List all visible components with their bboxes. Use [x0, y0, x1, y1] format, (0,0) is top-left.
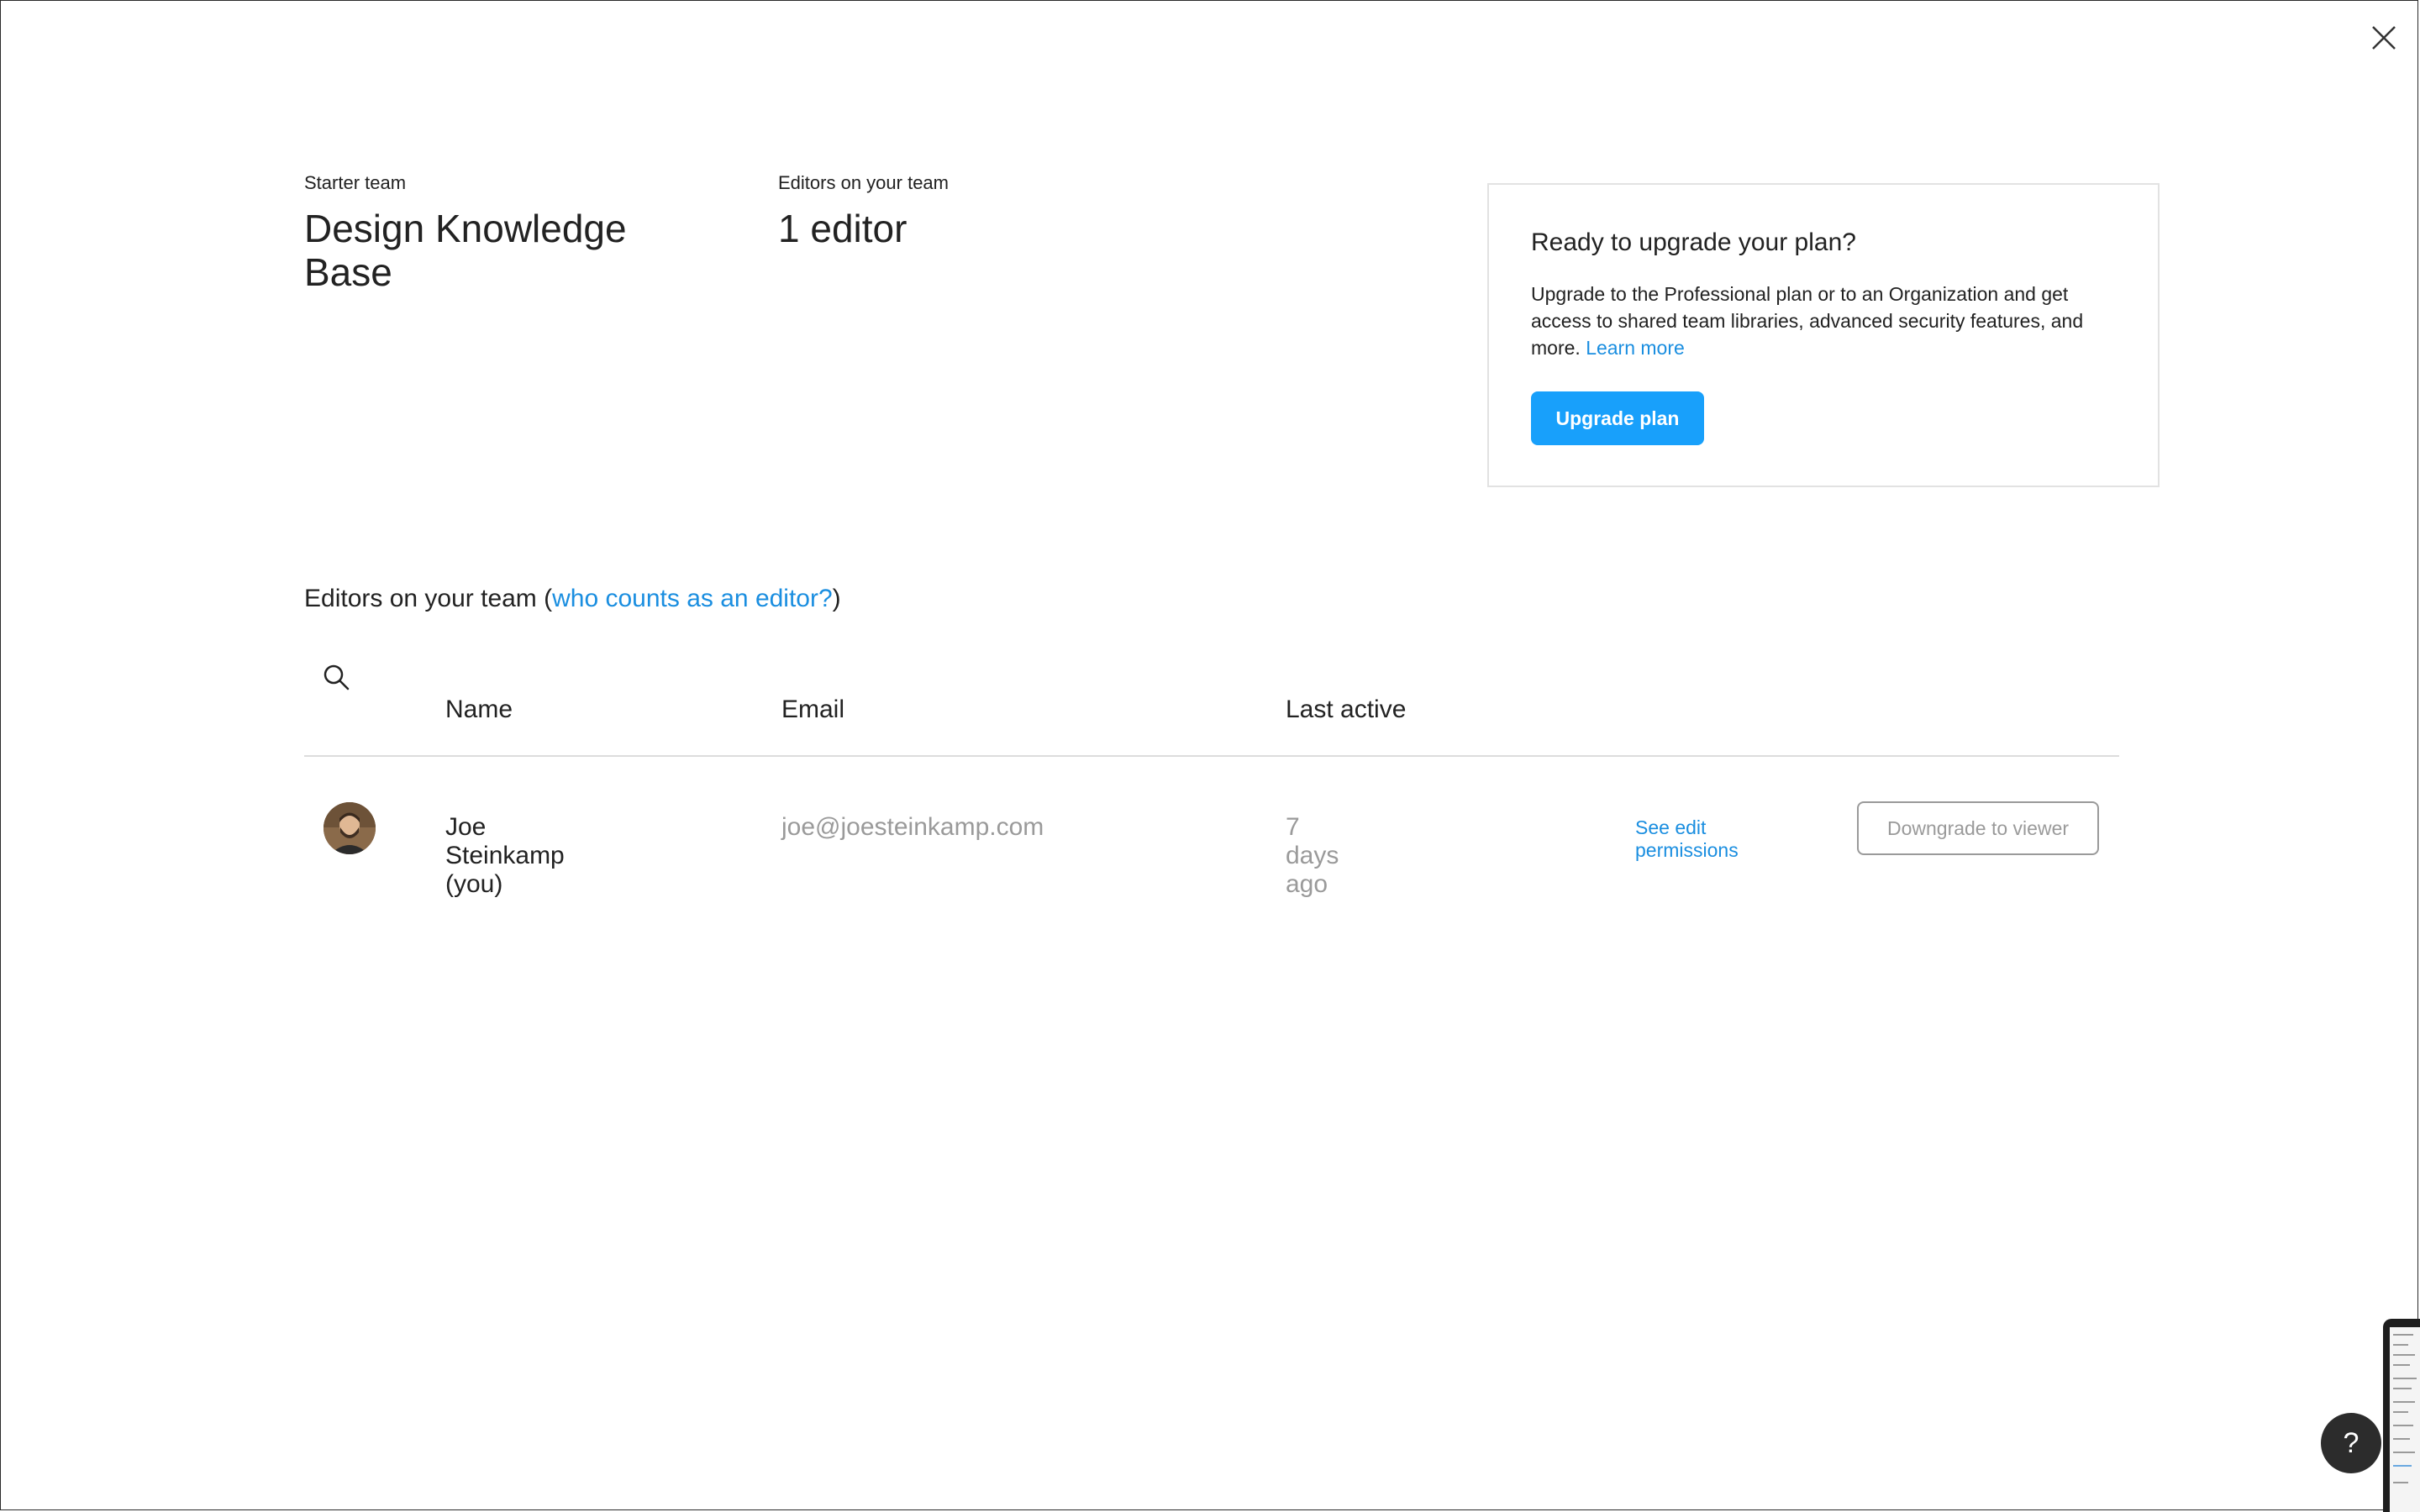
- upgrade-title: Ready to upgrade your plan?: [1531, 228, 1856, 256]
- help-icon[interactable]: ?: [2321, 1413, 2381, 1473]
- see-edit-permissions-link[interactable]: See edit permissions: [1635, 816, 1739, 862]
- upgrade-description: Upgrade to the Professional plan or to a…: [1531, 281, 2119, 361]
- section-title: Editors on your team (who counts as an e…: [304, 585, 841, 613]
- search-icon[interactable]: [321, 662, 351, 692]
- user-email: joe@joesteinkamp.com: [781, 813, 1044, 841]
- editor-count: 1 editor: [778, 207, 908, 250]
- column-header-last-active[interactable]: Last active: [1286, 696, 1406, 724]
- table-divider: [304, 755, 2119, 757]
- upgrade-plan-button[interactable]: Upgrade plan: [1531, 391, 1704, 445]
- avatar: [324, 802, 376, 854]
- upgrade-card: Ready to upgrade your plan? Upgrade to t…: [1487, 183, 2160, 487]
- team-name: Design Knowledge Base: [304, 207, 627, 294]
- user-name: Joe Steinkamp (you): [445, 813, 565, 898]
- section-title-prefix: Editors on your team (: [304, 585, 553, 612]
- team-type-label: Starter team: [304, 172, 407, 193]
- column-header-name[interactable]: Name: [445, 696, 513, 724]
- learn-more-link[interactable]: Learn more: [1586, 337, 1685, 359]
- editors-label: Editors on your team: [778, 172, 949, 193]
- column-header-email[interactable]: Email: [781, 696, 844, 724]
- corner-thumbnail-image: [2383, 1319, 2420, 1512]
- user-last-active: 7 days ago: [1286, 813, 1339, 898]
- downgrade-to-viewer-button[interactable]: Downgrade to viewer: [1857, 801, 2099, 855]
- section-title-suffix: ): [832, 585, 841, 612]
- editor-definition-link[interactable]: who counts as an editor?: [552, 585, 833, 612]
- close-icon[interactable]: [2368, 22, 2400, 54]
